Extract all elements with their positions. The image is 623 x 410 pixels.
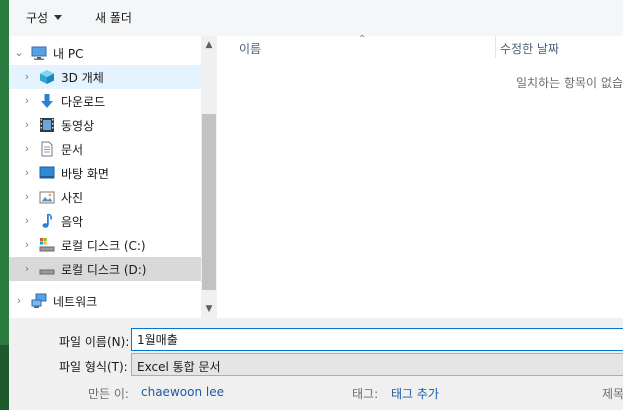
nav-item-desktop[interactable]: › 바탕 화면 <box>9 161 201 185</box>
nav-item-drive-c[interactable]: › 로컬 디스크 (C:) <box>9 233 201 257</box>
nav-item-videos[interactable]: › 동영상 <box>9 113 201 137</box>
nav-label: 로컬 디스크 (D:) <box>61 263 147 277</box>
empty-folder-message: 일치하는 항목이 없습니다. <box>516 76 623 90</box>
music-icon <box>42 213 53 228</box>
nav-label: 문서 <box>61 143 84 157</box>
scroll-down-arrow-icon[interactable]: ▼ <box>201 302 217 316</box>
nav-label: 동영상 <box>61 119 95 133</box>
filetype-label: 파일 형식(T): <box>59 360 128 374</box>
organize-label: 구성 <box>26 11 49 25</box>
column-header-row: ⌃ 이름 수정한 날짜 <box>217 34 623 60</box>
nav-label: 내 PC <box>53 47 84 61</box>
picture-icon <box>39 191 55 204</box>
title-label: 제목: <box>602 387 623 401</box>
nav-item-downloads[interactable]: › 다운로드 <box>9 89 201 113</box>
network-icon <box>31 293 47 308</box>
document-icon <box>41 141 53 157</box>
column-divider[interactable] <box>495 36 496 58</box>
pc-icon <box>31 46 47 60</box>
author-label: 만든 이: <box>88 387 129 401</box>
chevron-right-icon[interactable]: › <box>21 71 33 83</box>
nav-item-drive-d[interactable]: › 로컬 디스크 (D:) <box>9 257 201 281</box>
nav-item-music[interactable]: › 음악 <box>9 209 201 233</box>
download-icon <box>41 94 53 108</box>
tags-label: 태그: <box>352 387 379 401</box>
nav-item-pictures[interactable]: › 사진 <box>9 185 201 209</box>
scroll-thumb[interactable] <box>202 114 216 290</box>
chevron-right-icon[interactable]: › <box>21 143 33 155</box>
background-window-strip <box>0 0 9 410</box>
toolbar: 구성 새 폴더 <box>9 0 623 36</box>
nav-item-this-pc[interactable]: ⌄ 내 PC <box>9 41 201 65</box>
new-folder-button[interactable]: 새 폴더 <box>95 9 132 26</box>
video-icon <box>40 118 54 132</box>
scroll-up-arrow-icon[interactable]: ▲ <box>201 38 217 52</box>
nav-label: 3D 개체 <box>61 71 104 85</box>
chevron-right-icon[interactable]: › <box>21 191 33 203</box>
nav-scrollbar[interactable]: ▲ ▼ <box>201 36 217 318</box>
chevron-down-icon <box>54 15 63 20</box>
nav-label: 사진 <box>61 191 84 205</box>
drive-d-icon <box>39 269 55 275</box>
nav-label: 로컬 디스크 (C:) <box>61 239 146 253</box>
organize-button[interactable]: 구성 <box>26 9 63 26</box>
add-tag-link[interactable]: 태그 추가 <box>391 385 439 402</box>
author-value[interactable]: chaewoon lee <box>141 385 224 399</box>
nav-item-network[interactable]: › 네트워크 <box>9 289 201 313</box>
nav-item-3d-objects[interactable]: › 3D 개체 <box>9 65 201 89</box>
chevron-right-icon[interactable]: › <box>21 167 33 179</box>
nav-label: 다운로드 <box>61 95 106 109</box>
chevron-expanded-icon[interactable]: ⌄ <box>13 47 25 59</box>
navigation-pane: ⌄ 내 PC › 3D 개체 › 다운로드 › 동영상 › 문서 › 바탕 화면… <box>9 36 201 318</box>
drive-c-icon <box>39 238 55 252</box>
save-dialog: 구성 새 폴더 ⌄ 내 PC › 3D 개체 › 다운로드 › 동영상 › 문서… <box>9 0 623 410</box>
chevron-right-icon[interactable]: › <box>21 239 33 251</box>
chevron-right-icon[interactable]: › <box>21 263 33 275</box>
nav-item-documents[interactable]: › 문서 <box>9 137 201 161</box>
chevron-right-icon[interactable]: › <box>21 119 33 131</box>
sort-ascending-icon: ⌃ <box>358 34 367 45</box>
3d-objects-icon <box>40 70 54 84</box>
nav-label: 음악 <box>61 215 84 229</box>
filetype-select[interactable]: Excel 통합 문서 <box>131 353 623 376</box>
column-header-date-modified[interactable]: 수정한 날짜 <box>500 40 559 57</box>
chevron-right-icon[interactable]: › <box>13 295 25 307</box>
chevron-right-icon[interactable]: › <box>21 215 33 227</box>
column-header-name[interactable]: 이름 <box>239 40 261 57</box>
filename-label: 파일 이름(N): <box>59 335 130 349</box>
chevron-right-icon[interactable]: › <box>21 95 33 107</box>
filename-input[interactable] <box>131 328 623 351</box>
nav-label: 네트워크 <box>53 295 98 309</box>
nav-label: 바탕 화면 <box>61 167 109 181</box>
file-list: ⌃ 이름 수정한 날짜 일치하는 항목이 없습니다. <box>217 34 623 318</box>
desktop-icon <box>39 166 55 179</box>
